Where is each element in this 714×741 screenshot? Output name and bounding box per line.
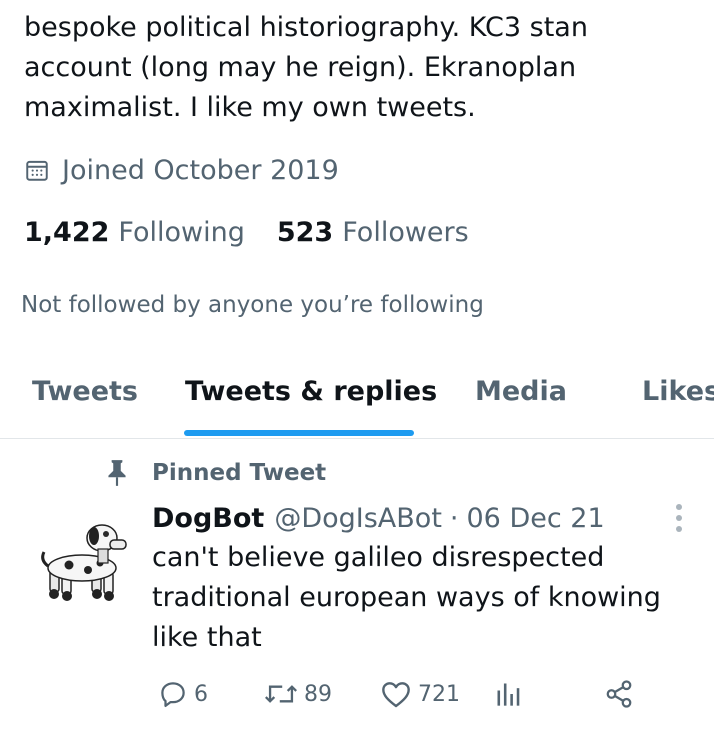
pinned-tweet-label: Pinned Tweet (104, 456, 326, 490)
followers-count: 523 (276, 216, 334, 248)
author-handle[interactable]: @DogIsABot (274, 503, 442, 534)
heart-icon (382, 682, 410, 708)
author-name[interactable]: DogBot (152, 503, 264, 534)
reply-button[interactable]: 6 (158, 674, 208, 714)
tab-tweets-and-replies[interactable]: Tweets & replies (185, 370, 437, 414)
share-button[interactable] (604, 674, 640, 714)
following-link[interactable]: 1,422 Following (24, 217, 245, 248)
avatar[interactable] (36, 518, 132, 604)
retweet-icon (265, 685, 297, 703)
following-count: 1,422 (24, 216, 110, 248)
tweet-date[interactable]: 06 Dec 21 (467, 503, 605, 534)
mutual-followers-note: Not followed by anyone you’re following (21, 292, 484, 318)
tweet-actions: 6 89 721 (152, 674, 652, 714)
followers-label: Followers (342, 216, 469, 248)
calendar-icon (26, 160, 48, 181)
profile-bio: bespoke political historiography. KC3 st… (24, 12, 588, 123)
profile-tabs: Tweets Tweets & replies Media Likes (0, 360, 714, 439)
retweet-button[interactable]: 89 (264, 674, 332, 714)
analytics-icon (497, 683, 520, 706)
reply-icon (161, 682, 185, 707)
joined-date: Joined October 2019 (24, 150, 339, 190)
tab-media[interactable]: Media (475, 370, 567, 414)
reply-count: 6 (194, 681, 208, 707)
views-button[interactable] (494, 674, 528, 714)
tab-tweets[interactable]: Tweets (32, 370, 138, 414)
like-button[interactable]: 721 (380, 674, 460, 714)
pinned-tweet-text: Pinned Tweet (152, 460, 327, 486)
share-icon (606, 680, 632, 708)
more-options-icon[interactable] (664, 500, 694, 536)
pin-icon (108, 460, 126, 486)
following-label: Following (118, 216, 245, 248)
active-tab-indicator (184, 430, 414, 436)
tweet-text: can't believe galileo disrespected tradi… (152, 542, 661, 653)
follow-stats: 1,422 Following 523 Followers (24, 212, 501, 252)
tweet-header: DogBot @DogIsABot · 06 Dec 21 (152, 498, 605, 538)
joined-date-text: Joined October 2019 (62, 154, 339, 186)
like-count: 721 (418, 681, 460, 707)
followers-link[interactable]: 523 Followers (277, 217, 469, 248)
tab-likes[interactable]: Likes (642, 370, 714, 414)
retweet-count: 89 (304, 681, 332, 707)
header-separator: · (449, 502, 459, 534)
